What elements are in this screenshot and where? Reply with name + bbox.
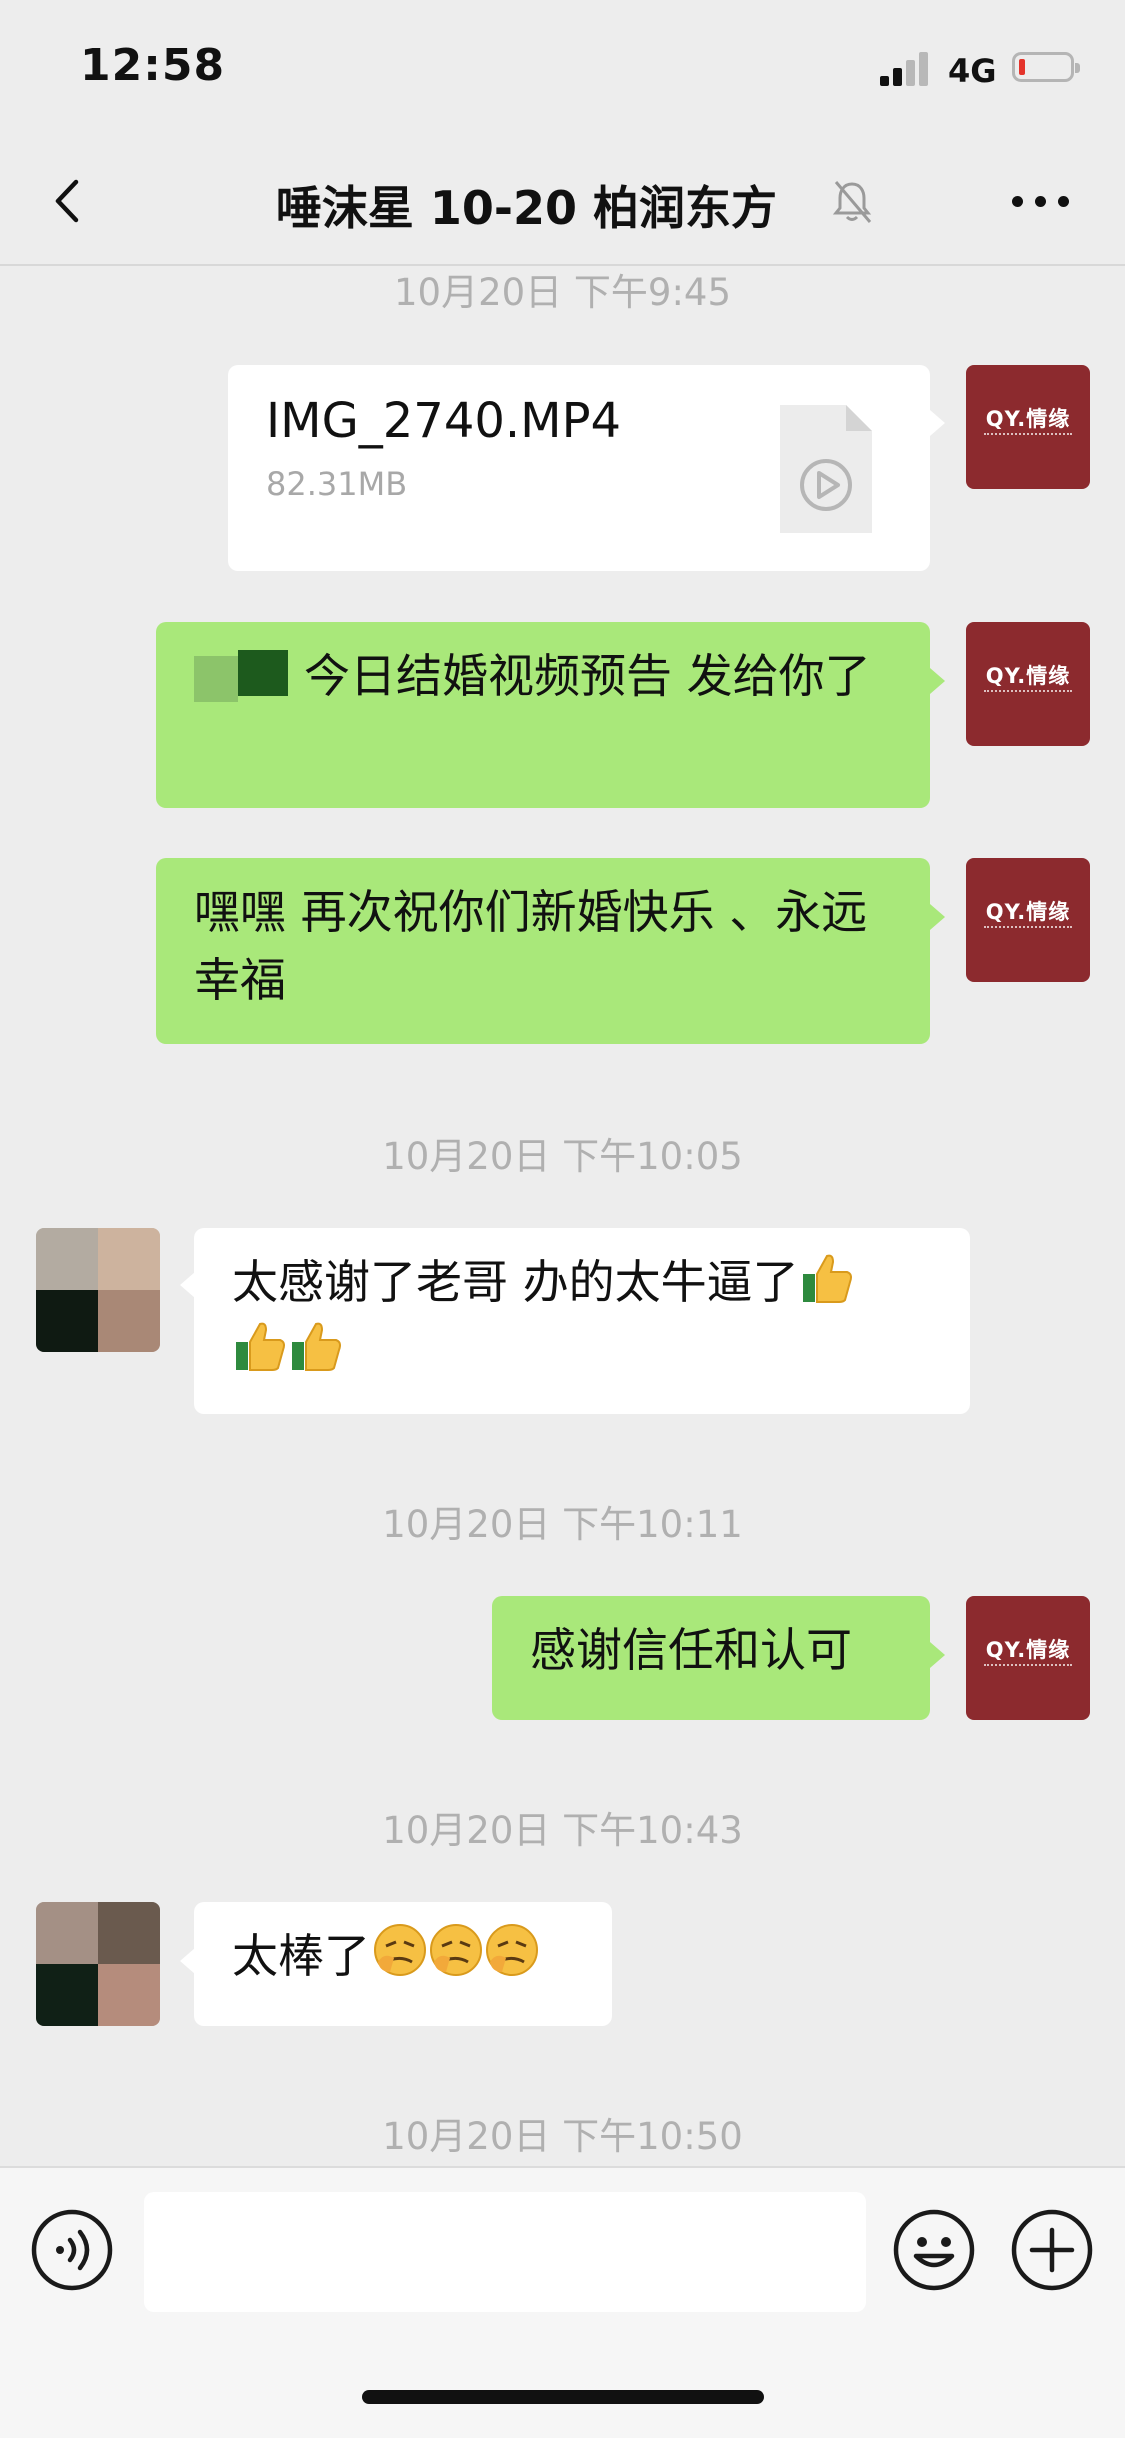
- plus-icon[interactable]: [1010, 2208, 1094, 2292]
- smirk-face-emoji: [372, 1922, 426, 1976]
- message-timestamp: 10月20日 下午10:11: [382, 1503, 743, 1546]
- message-timestamp: 10月20日 下午10:43: [382, 1809, 743, 1852]
- message-input[interactable]: [144, 2192, 866, 2312]
- bubble-tail: [180, 1272, 195, 1298]
- thumbs-up-emoji: [290, 1318, 342, 1372]
- thumbs-up-emoji: [234, 1318, 286, 1372]
- message-bubble[interactable]: 感谢信任和认可: [492, 1596, 930, 1720]
- file-message[interactable]: IMG_2740.MP4 82.31MB: [228, 365, 930, 571]
- bell-slash-icon: [832, 181, 872, 223]
- message-timestamp: 10月20日 下午9:45: [393, 271, 731, 314]
- avatar[interactable]: QY.情缘: [966, 622, 1090, 746]
- file-size: 82.31MB: [266, 465, 408, 503]
- avatar[interactable]: QY.情缘: [966, 1596, 1090, 1720]
- brand-logo: QY.情缘: [985, 664, 1071, 688]
- message-bubble[interactable]: 太感谢了老哥 办的太牛逼了: [194, 1228, 970, 1414]
- blurred-image-icon: [194, 650, 290, 702]
- avatar[interactable]: [36, 1228, 160, 1352]
- chat-title-text: 唾沫星 10-20 柏润东方: [275, 181, 778, 235]
- brand-logo: QY.情缘: [985, 407, 1071, 431]
- battery-icon: [1012, 52, 1080, 82]
- chat-title: 唾沫星 10-20 柏润东方: [0, 172, 1125, 238]
- bubble-tail: [180, 1948, 195, 1974]
- message-bubble[interactable]: 太棒了: [194, 1902, 612, 2026]
- voice-icon[interactable]: [30, 2208, 114, 2292]
- thumbs-up-emoji: [801, 1250, 853, 1304]
- message-text: 太棒了: [232, 1929, 370, 1983]
- chat-header: 唾沫星 10-20 柏润东方: [0, 140, 1125, 266]
- emoji-icon[interactable]: [892, 2208, 976, 2292]
- video-file-icon: [780, 405, 872, 533]
- bubble-tail: [930, 410, 945, 436]
- home-indicator[interactable]: [362, 2390, 764, 2404]
- status-bar: 12:58 4G: [0, 0, 1125, 140]
- message-text: 太感谢了老哥 办的太牛逼了: [232, 1255, 799, 1309]
- avatar[interactable]: QY.情缘: [966, 365, 1090, 489]
- message-text: 嘿嘿 再次祝你们新婚快乐 、永远幸福: [194, 885, 868, 1007]
- message-text: 今日结婚视频预告 发给你了: [304, 649, 871, 703]
- signal-icon: [880, 52, 936, 86]
- bubble-tail: [930, 904, 945, 930]
- message-bubble[interactable]: 今日结婚视频预告 发给你了: [156, 622, 930, 808]
- message-text: 感谢信任和认可: [530, 1623, 852, 1677]
- file-name: IMG_2740.MP4: [266, 393, 622, 449]
- input-bar: [0, 2166, 1125, 2438]
- message-timestamp: 10月20日 下午10:05: [382, 1135, 743, 1178]
- smirk-face-emoji: [484, 1922, 538, 1976]
- brand-logo: QY.情缘: [985, 900, 1071, 924]
- network-type: 4G: [948, 52, 997, 90]
- message-timestamp: 10月20日 下午10:50: [382, 2115, 743, 2158]
- status-time: 12:58: [80, 40, 226, 91]
- avatar[interactable]: [36, 1902, 160, 2026]
- bubble-tail: [930, 1642, 945, 1668]
- smirk-face-emoji: [428, 1922, 482, 1976]
- bubble-tail: [930, 668, 945, 694]
- message-bubble[interactable]: 嘿嘿 再次祝你们新婚快乐 、永远幸福: [156, 858, 930, 1044]
- more-dots-icon[interactable]: [1012, 192, 1070, 210]
- avatar[interactable]: QY.情缘: [966, 858, 1090, 982]
- brand-logo: QY.情缘: [985, 1638, 1071, 1662]
